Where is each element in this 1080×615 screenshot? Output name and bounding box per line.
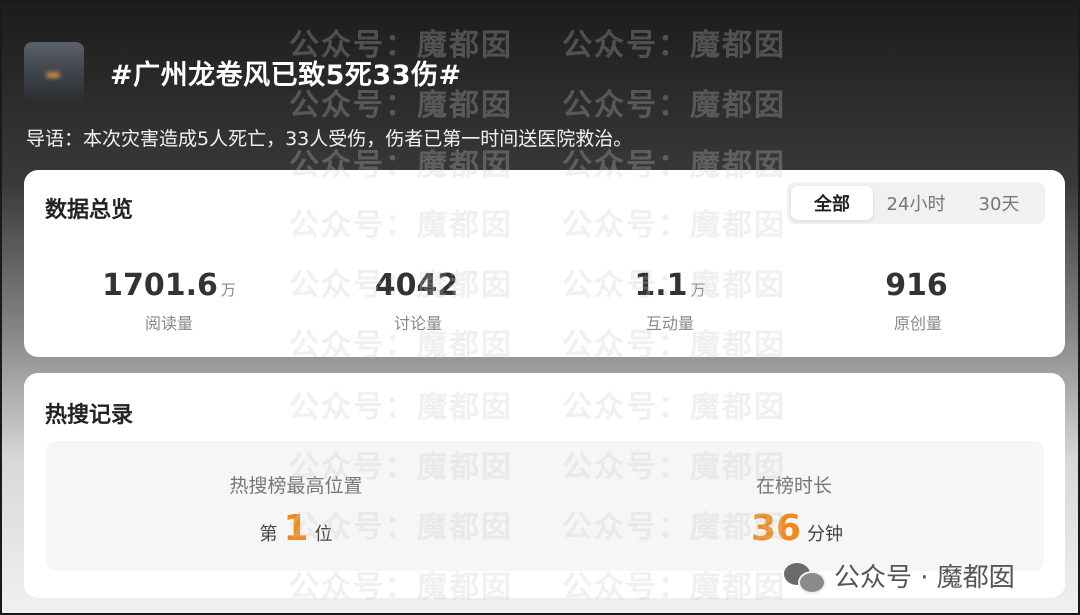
topic-title: #广州龙卷风已致5死33伤# (110, 59, 462, 91)
stat-original-value: 916 (885, 268, 948, 303)
brand-text: 公众号 · 魔都囡 (834, 563, 1015, 593)
tab-24h[interactable]: 24小时 (873, 186, 959, 220)
overview-title: 数据总览 (45, 198, 134, 223)
hot-search-records: 热搜榜最高位置 第 1 位 在榜时长 36 分钟 (46, 441, 1044, 571)
highest-position: 热搜榜最高位置 第 1 位 (146, 471, 446, 549)
stat-original: 916 原创量 (808, 268, 1028, 334)
stat-reads-label: 阅读量 (144, 314, 193, 333)
highest-position-prefix: 第 (259, 524, 278, 545)
topic-intro: 导语：本次灾害造成5人死亡，33人受伤，伤者已第一时间送医院救治。 (26, 128, 633, 150)
topic-thumbnail[interactable] (24, 42, 84, 102)
tab-all[interactable]: 全部 (791, 186, 873, 220)
highest-position-suffix: 位 (314, 524, 333, 545)
stat-interactions: 1.1 万 互动量 (560, 268, 780, 334)
time-range-tabs: 全部 24小时 30天 (787, 182, 1045, 224)
highest-position-value: 1 (283, 508, 309, 549)
wechat-icon (784, 561, 826, 594)
topic-header: #广州龙卷风已致5死33伤# (24, 42, 462, 102)
hot-search-title: 热搜记录 (45, 403, 134, 428)
on-list-duration: 在榜时长 36 分钟 (644, 471, 944, 549)
stat-interactions-label: 互动量 (645, 314, 694, 333)
highest-position-label: 热搜榜最高位置 (229, 475, 363, 497)
on-list-duration-label: 在榜时长 (755, 475, 832, 497)
stat-discussions-value: 4042 (374, 268, 459, 303)
on-list-duration-suffix: 分钟 (807, 524, 844, 545)
stat-discussions: 4042 讨论量 (308, 268, 528, 334)
stat-reads-unit: 万 (220, 281, 236, 299)
overview-card: 数据总览 全部 24小时 30天 1701.6 万 阅读量 4042 讨论量 1.… (24, 170, 1065, 357)
on-list-duration-value: 36 (750, 508, 802, 549)
stat-reads: 1701.6 万 阅读量 (59, 268, 279, 334)
app-frame: #广州龙卷风已致5死33伤# 导语：本次灾害造成5人死亡，33人受伤，伤者已第一… (0, 0, 1080, 615)
watermark: 公众号：魔都囡 (562, 88, 786, 123)
stat-discussions-label: 讨论量 (393, 314, 442, 333)
brand-signature: 公众号 · 魔都囡 (784, 557, 1015, 594)
stat-original-label: 原创量 (893, 314, 942, 333)
watermark: 公众号：魔都囡 (562, 28, 786, 63)
tab-30d[interactable]: 30天 (959, 186, 1039, 220)
stat-interactions-unit: 万 (690, 281, 706, 299)
stat-reads-value: 1701.6 (102, 268, 218, 303)
stat-interactions-value: 1.1 (634, 268, 688, 303)
